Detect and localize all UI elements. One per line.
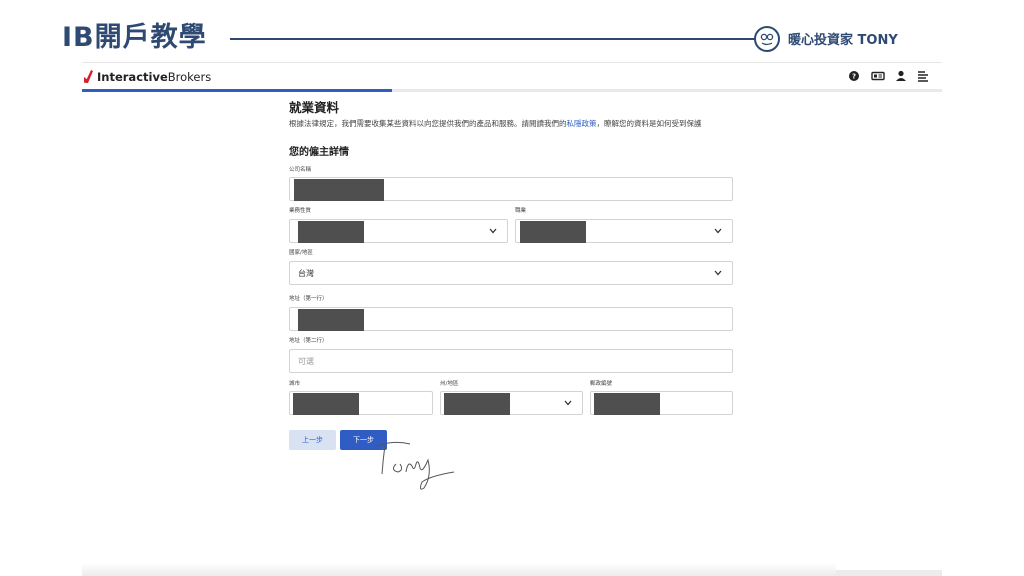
slide-title: IB開戶教學 (62, 22, 207, 53)
handwritten-signature (375, 441, 455, 490)
company-name-label: 公司名稱 (289, 167, 312, 173)
city-label: 城市 (289, 381, 301, 387)
brand-name: 暖心投資家 TONY (788, 33, 898, 48)
address-line2-input[interactable]: 可選 (289, 349, 733, 373)
svg-text:?: ? (852, 73, 856, 81)
address-line1-input[interactable] (289, 307, 733, 331)
title-divider (230, 38, 756, 40)
menu-icon[interactable] (916, 69, 930, 83)
chevron-down-icon (564, 400, 572, 406)
redacted-value (444, 393, 510, 415)
chevron-down-icon (489, 228, 497, 234)
back-button[interactable]: 上一步 (289, 430, 336, 450)
page-footer (82, 563, 836, 576)
redacted-value (298, 221, 364, 243)
brand-logo-icon (754, 26, 780, 52)
redacted-value (298, 309, 364, 331)
page-footer-edge (836, 570, 942, 576)
id-card-icon[interactable] (871, 69, 885, 83)
ib-logo[interactable]: InteractiveBrokers (97, 70, 211, 84)
address-line1-label: 地址（第一行） (289, 296, 328, 302)
intro-text-before: 根據法律規定，我們需要收集某些資料以向您提供我們的產品和服務。請閱讀我們的 (289, 119, 567, 128)
state-label: 州/地區 (440, 381, 459, 387)
progress-bar (82, 89, 942, 92)
chevron-down-icon (714, 228, 722, 234)
country-label: 國家/地區 (289, 250, 313, 256)
ib-logo-bold: Interactive (97, 70, 168, 84)
business-nature-label: 業務性質 (289, 208, 312, 214)
occupation-label: 職業 (515, 208, 527, 214)
help-icon[interactable]: ? (847, 69, 861, 83)
user-icon[interactable] (894, 69, 908, 83)
redacted-value (293, 393, 359, 415)
redacted-value (294, 179, 384, 201)
page-title: 就業資料 (289, 100, 340, 115)
ib-logo-rest: Brokers (167, 70, 212, 84)
address-line2-placeholder: 可選 (298, 357, 314, 366)
privacy-policy-link[interactable]: 私隱政策 (567, 119, 597, 128)
ib-logo-mark-icon (84, 70, 93, 83)
redacted-value (520, 221, 586, 243)
chevron-down-icon (714, 270, 722, 276)
employer-details-heading: 您的僱主詳情 (289, 147, 349, 158)
address-line2-label: 地址（第二行） (289, 338, 328, 344)
postal-code-label: 郵政編號 (590, 381, 613, 387)
postal-code-input[interactable] (590, 391, 733, 415)
state-select[interactable] (440, 391, 583, 415)
city-input[interactable] (289, 391, 433, 415)
progress-fill (82, 89, 392, 92)
intro-text-after: ，瞭解您的資料是如何受到保護 (596, 119, 702, 128)
country-select[interactable]: 台灣 (289, 261, 733, 285)
country-value: 台灣 (298, 269, 314, 278)
intro-text: 根據法律規定，我們需要收集某些資料以向您提供我們的產品和服務。請閱讀我們的私隱政… (289, 119, 702, 129)
company-name-input[interactable] (289, 177, 733, 201)
redacted-value (594, 393, 660, 415)
occupation-select[interactable] (515, 219, 733, 243)
business-nature-select[interactable] (289, 219, 508, 243)
